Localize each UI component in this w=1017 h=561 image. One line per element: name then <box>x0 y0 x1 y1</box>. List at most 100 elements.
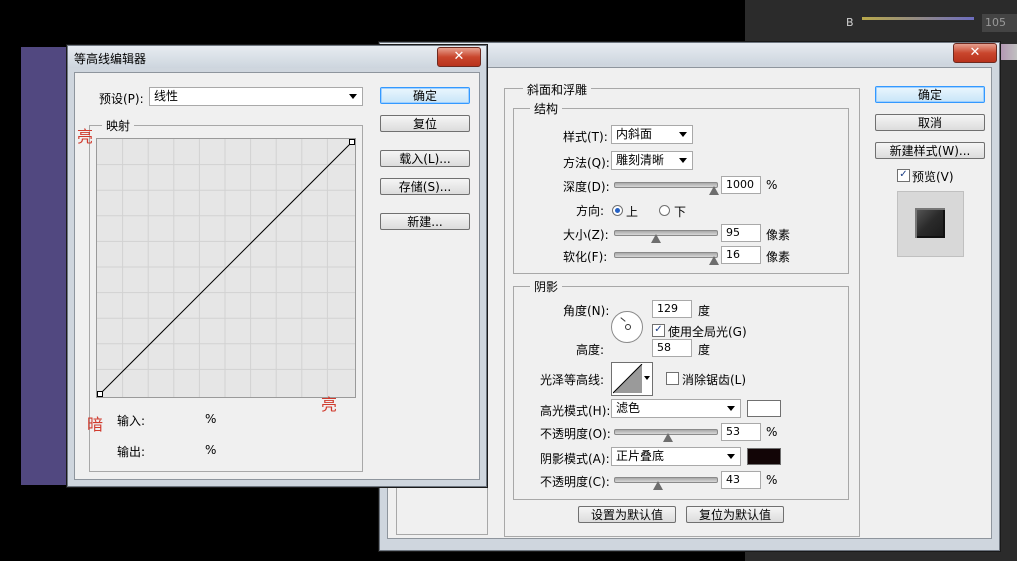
chevron-down-icon <box>349 94 357 99</box>
contour-editor-title: 等高线编辑器 <box>74 52 147 66</box>
contour-save-button[interactable]: 存储(S)... <box>380 178 470 195</box>
shadow-mode-label: 阴影模式(A): <box>540 452 610 466</box>
shadow-opacity-label: 不透明度(C): <box>540 475 610 489</box>
angle-dial-center <box>625 324 631 330</box>
anti-alias-label[interactable]: 消除锯齿(L) <box>682 371 746 388</box>
output-label: 输出: <box>117 445 146 459</box>
shading-title: 阴影 <box>530 278 563 295</box>
highlight-opacity-slider-thumb[interactable] <box>663 433 673 442</box>
dark-label: 暗 <box>87 415 104 434</box>
layer-style-cancel-button[interactable]: 取消 <box>875 114 985 131</box>
global-light-label[interactable]: 使用全局光(G) <box>668 323 747 340</box>
chevron-down-icon <box>727 454 735 459</box>
preview-square <box>915 208 945 238</box>
layer-style-close-button[interactable]: ✕ <box>953 43 997 63</box>
depth-slider-thumb[interactable] <box>709 186 719 195</box>
contour-thumbnail-icon <box>613 364 643 394</box>
bright-right-label: 亮 <box>321 395 338 414</box>
contour-editor-title-bar[interactable]: 等高线编辑器 <box>68 46 486 68</box>
soften-input[interactable]: 16 <box>721 246 761 264</box>
direction-up-label[interactable]: 上 <box>626 203 638 220</box>
bright-top-label: 亮 <box>77 127 94 146</box>
contour-editor-client: 预设(P): 线性 映射 亮 亮 暗 输入: % 输出: % 确定 复位 载入(… <box>74 72 480 480</box>
highlight-opacity-slider[interactable] <box>614 429 718 442</box>
contour-load-button[interactable]: 载入(L)... <box>380 150 470 167</box>
angle-label: 角度(N): <box>563 304 610 318</box>
preset-select-value: 线性 <box>154 89 179 103</box>
highlight-opacity-unit: % <box>766 425 778 439</box>
contour-editor-close-button[interactable]: ✕ <box>437 47 481 67</box>
angle-dial[interactable] <box>611 311 643 343</box>
contour-ok-button[interactable]: 确定 <box>380 87 470 104</box>
soften-slider-thumb[interactable] <box>709 256 719 265</box>
curve-point-end[interactable] <box>349 139 355 145</box>
direction-up-radio[interactable] <box>612 205 623 216</box>
highlight-opacity-label: 不透明度(O): <box>540 427 611 441</box>
contour-editor-dialog: 等高线编辑器 ✕ 预设(P): 线性 映射 亮 亮 暗 输入: % 输出: % … <box>67 45 487 487</box>
structure-title: 结构 <box>530 100 563 117</box>
highlight-color-swatch[interactable] <box>747 400 781 417</box>
direction-label: 方向: <box>576 204 605 218</box>
style-select[interactable]: 内斜面 <box>611 125 693 144</box>
curve-point-start[interactable] <box>97 391 103 397</box>
depth-slider[interactable] <box>614 182 719 195</box>
shadow-opacity-unit: % <box>766 473 778 487</box>
bevel-emboss-title: 斜面和浮雕 <box>523 81 592 98</box>
anti-alias-checkbox[interactable] <box>666 372 679 385</box>
shadow-opacity-input[interactable]: 43 <box>721 471 761 489</box>
new-style-button[interactable]: 新建样式(W)... <box>875 142 985 159</box>
altitude-input[interactable]: 58 <box>652 339 692 357</box>
gloss-contour-picker[interactable] <box>611 362 653 396</box>
preset-label: 预设(P): <box>99 92 144 106</box>
preset-select[interactable]: 线性 <box>149 87 363 106</box>
layer-style-ok-button[interactable]: 确定 <box>875 86 985 103</box>
style-select-value: 内斜面 <box>616 127 653 141</box>
style-preview-thumbnail <box>897 191 964 257</box>
chevron-down-icon <box>679 132 687 137</box>
size-slider-thumb[interactable] <box>651 234 661 243</box>
technique-select[interactable]: 雕刻清晰 <box>611 151 693 170</box>
shadow-color-swatch[interactable] <box>747 448 781 465</box>
soften-slider[interactable] <box>614 252 719 265</box>
technique-select-value: 雕刻清晰 <box>616 153 665 167</box>
angle-dial-pointer <box>620 317 626 322</box>
make-default-button[interactable]: 设置为默认值 <box>578 506 676 523</box>
shadow-mode-value: 正片叠底 <box>616 449 665 463</box>
size-unit: 像素 <box>766 228 791 242</box>
preview-checkbox[interactable]: ✓ <box>897 169 910 182</box>
chevron-down-icon <box>644 376 650 380</box>
input-label: 输入: <box>117 414 146 428</box>
depth-label: 深度(D): <box>563 180 610 194</box>
channel-label: B <box>846 16 854 29</box>
direction-down-label[interactable]: 下 <box>674 203 686 220</box>
mapping-title: 映射 <box>102 117 135 134</box>
style-label: 样式(T): <box>563 130 608 144</box>
direction-down-radio[interactable] <box>659 205 670 216</box>
contour-curve-graph[interactable] <box>96 138 356 398</box>
global-light-checkbox[interactable]: ✓ <box>652 324 665 337</box>
size-input[interactable]: 95 <box>721 224 761 242</box>
depth-unit: % <box>766 178 778 192</box>
contour-reset-button[interactable]: 复位 <box>380 115 470 132</box>
chevron-down-icon <box>679 158 687 163</box>
size-slider[interactable] <box>614 230 718 243</box>
channel-slider[interactable] <box>862 17 974 20</box>
preview-label[interactable]: 预览(V) <box>912 168 954 185</box>
input-unit: % <box>205 412 217 426</box>
highlight-mode-select[interactable]: 滤色 <box>611 399 741 418</box>
highlight-mode-label: 高光模式(H): <box>540 404 611 418</box>
contour-curve-line <box>99 141 353 395</box>
reset-default-button[interactable]: 复位为默认值 <box>686 506 784 523</box>
size-label: 大小(Z): <box>563 228 609 242</box>
technique-label: 方法(Q): <box>563 156 610 170</box>
shadow-mode-select[interactable]: 正片叠底 <box>611 447 741 466</box>
chevron-down-icon <box>727 406 735 411</box>
highlight-opacity-input[interactable]: 53 <box>721 423 761 441</box>
angle-input[interactable]: 129 <box>652 300 692 318</box>
altitude-unit: 度 <box>698 343 711 357</box>
shadow-opacity-slider[interactable] <box>614 477 718 490</box>
channel-value[interactable]: 105 <box>982 14 1017 32</box>
shadow-opacity-slider-thumb[interactable] <box>653 481 663 490</box>
depth-input[interactable]: 1000 <box>721 176 761 194</box>
contour-new-button[interactable]: 新建... <box>380 213 470 230</box>
